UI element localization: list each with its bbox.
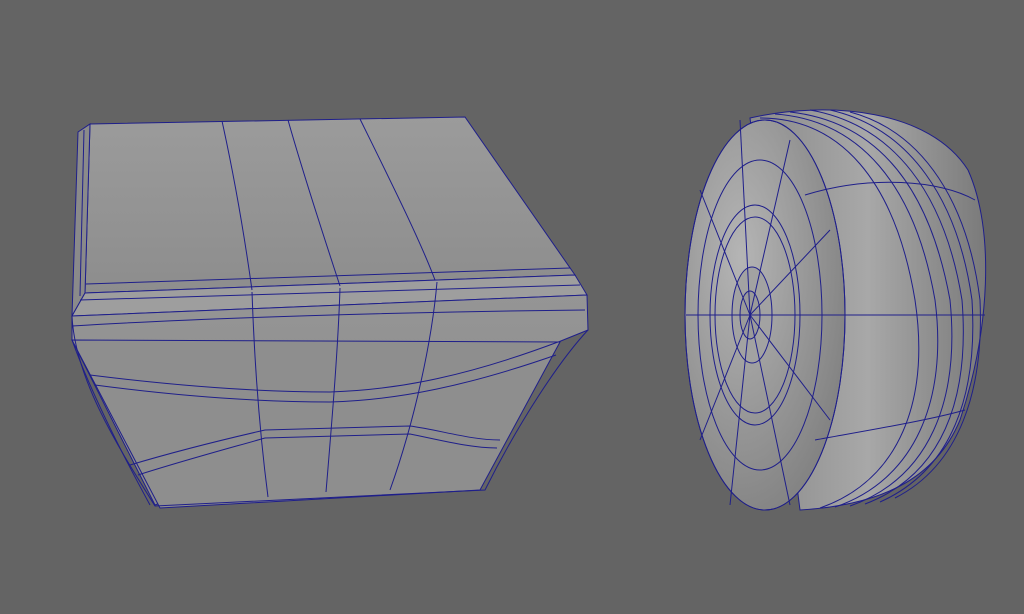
tire-mesh[interactable] xyxy=(684,109,987,511)
box-mesh[interactable] xyxy=(71,116,589,509)
3d-viewport[interactable] xyxy=(0,0,1024,614)
viewport-canvas[interactable] xyxy=(0,0,1024,614)
box-top-face xyxy=(84,116,576,294)
